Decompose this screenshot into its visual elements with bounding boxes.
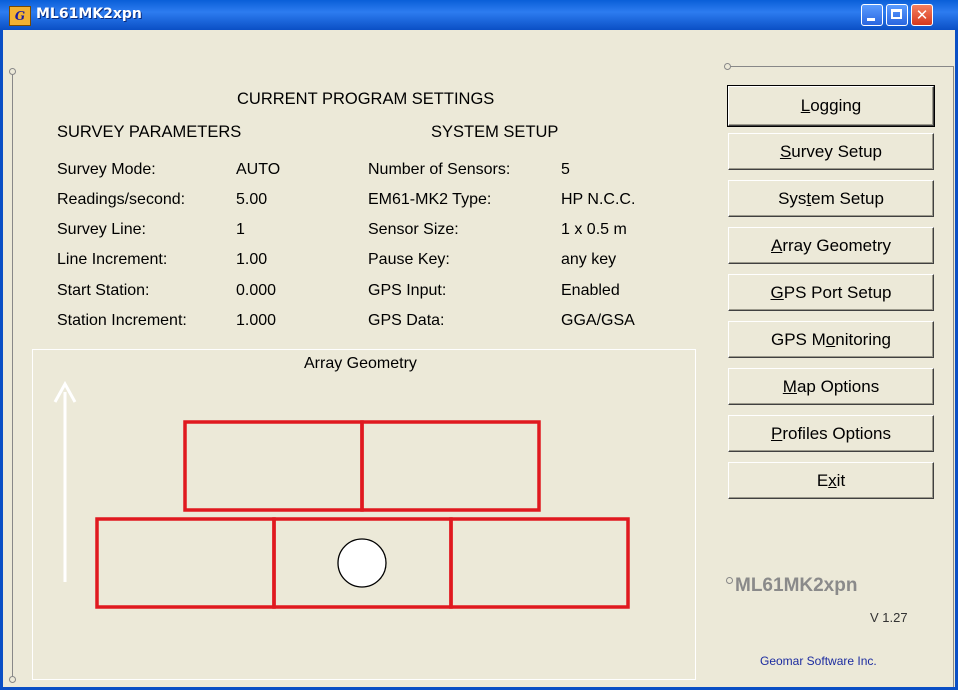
gps-monitoring-label-post: nitoring	[835, 330, 892, 349]
logging-button[interactable]: Logging	[727, 85, 935, 127]
survey-setup-button[interactable]: Survey Setup	[728, 133, 934, 170]
array-geometry-label-post: rray Geometry	[782, 236, 891, 255]
right-frame-handle	[724, 63, 731, 70]
gps-port-setup-label-key: G	[770, 283, 784, 302]
map-options-button[interactable]: Map Options	[728, 368, 934, 405]
profiles-options-label-post: rofiles Options	[782, 424, 891, 443]
array-geometry-button[interactable]: Array Geometry	[728, 227, 934, 264]
exit-button[interactable]: Exit	[728, 462, 934, 499]
product-name: ML61MK2xpn	[735, 575, 858, 596]
sensor-5	[449, 517, 630, 609]
survey-setup-label-key: S	[779, 142, 792, 161]
system-setup-button[interactable]: System Setup	[728, 180, 934, 217]
logging-label-key: L	[800, 96, 811, 115]
map-options-label-post: ap Options	[796, 377, 880, 396]
gps-port-setup-button[interactable]: GPS Port Setup	[728, 274, 934, 311]
gps-antenna-marker	[337, 538, 387, 588]
gps-port-setup-label-post: PS Port Setup	[783, 283, 892, 302]
gps-monitoring-label-key: o	[825, 330, 836, 349]
exit-label-post: it	[836, 471, 846, 490]
exit-label-key: x	[828, 471, 837, 490]
survey-setup-label-post: urvey Setup	[791, 142, 883, 161]
about-handle	[726, 577, 733, 584]
sensor-2	[360, 420, 541, 512]
profiles-options-button[interactable]: Profiles Options	[728, 415, 934, 452]
version-label: V 1.27	[870, 610, 908, 625]
gps-monitoring-button[interactable]: GPS Monitoring	[728, 321, 934, 358]
logging-label-post: ogging	[810, 96, 862, 115]
profiles-options-label-key: P	[770, 424, 783, 443]
exit-label-pre: E	[816, 471, 829, 490]
sensor-1	[183, 420, 364, 512]
gps-monitoring-label-pre: GPS M	[770, 330, 826, 349]
company-label: Geomar Software Inc.	[760, 654, 877, 668]
system-setup-label-pre: Sys	[778, 189, 807, 208]
direction-arrow	[53, 380, 77, 582]
sensor-3	[95, 517, 276, 609]
map-options-label-key: M	[782, 377, 797, 396]
array-geometry-label-key: A	[771, 236, 783, 255]
system-setup-label-post: em Setup	[811, 189, 884, 208]
